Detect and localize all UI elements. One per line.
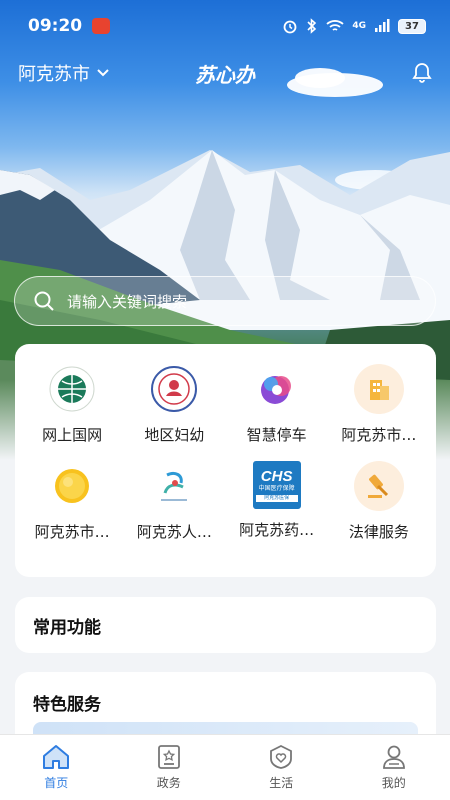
life-heart-icon: [270, 744, 293, 769]
bluetooth-icon: [307, 18, 317, 34]
service-label: 阿克苏药…: [239, 521, 315, 539]
service-aksu-city-2[interactable]: 阿克苏市…: [21, 461, 123, 542]
city-selector[interactable]: 阿克苏市: [18, 60, 110, 86]
profile-icon: [382, 745, 405, 769]
nav-label: 首页: [44, 776, 69, 790]
service-maternal-child[interactable]: 地区妇幼: [123, 364, 225, 445]
status-bar: 09:20 4G 37: [0, 0, 450, 52]
smart-parking-logo-icon: [252, 364, 302, 414]
service-label: 法律服务: [348, 523, 409, 541]
chs-logo-text: CHS: [260, 467, 293, 485]
services-card: 网上国网 地区妇幼 智慧停车 阿克苏市… 阿克苏市… 阿克苏人… CHS 中国医…: [15, 344, 436, 577]
app-header: 阿克苏市 苏心办: [0, 56, 450, 90]
service-smart-parking[interactable]: 智慧停车: [226, 364, 328, 445]
service-aksu-people[interactable]: 阿克苏人…: [123, 461, 225, 542]
bottom-navigation: 首页 政务 生活 我的: [0, 734, 450, 800]
maternal-child-logo-icon: [149, 364, 199, 414]
common-functions-card[interactable]: 常用功能: [15, 597, 436, 653]
nav-government[interactable]: 政务: [113, 735, 226, 800]
chs-logo-region: 阿克苏医保: [255, 494, 298, 502]
search-bar[interactable]: 请输入关键词搜索: [14, 276, 436, 326]
battery-indicator: 37: [398, 18, 426, 34]
service-aksu-medicine[interactable]: CHS 中国医疗保障 阿克苏医保 阿克苏药…: [226, 461, 328, 542]
nav-life[interactable]: 生活: [225, 735, 338, 800]
hospital-logo-icon: [149, 461, 199, 511]
chs-medical-insurance-logo-icon: CHS 中国医疗保障 阿克苏医保: [252, 461, 301, 509]
service-label: 智慧停车: [246, 426, 307, 444]
section-title-featured: 特色服务: [33, 695, 101, 715]
status-time: 09:20: [28, 16, 83, 36]
nav-profile[interactable]: 我的: [338, 735, 450, 800]
service-label: 网上国网: [42, 426, 103, 444]
service-legal[interactable]: 法律服务: [328, 461, 430, 542]
signal-icon: [375, 19, 390, 32]
nav-label: 生活: [269, 776, 294, 790]
nav-label: 政务: [156, 776, 181, 790]
nav-label: 我的: [381, 776, 406, 790]
government-affairs-icon: [157, 745, 180, 769]
notification-bell-icon[interactable]: [412, 62, 432, 84]
network-type: 4G: [352, 21, 366, 31]
gavel-icon: [353, 461, 404, 511]
sun-icon: [47, 461, 97, 511]
service-label: 阿克苏市…: [341, 426, 417, 444]
chs-logo-subtitle: 中国医疗保障: [258, 484, 295, 492]
nav-home[interactable]: 首页: [0, 735, 113, 800]
search-icon: [34, 291, 54, 311]
state-grid-logo-icon: [47, 364, 97, 414]
section-title-common: 常用功能: [33, 617, 101, 638]
service-label: 阿克苏市…: [34, 523, 110, 541]
home-icon: [43, 745, 70, 769]
service-label: 地区妇幼: [144, 426, 205, 444]
wifi-icon: [326, 20, 344, 31]
chevron-down-icon: [97, 69, 109, 77]
service-state-grid[interactable]: 网上国网: [21, 364, 123, 445]
alarm-icon: [283, 20, 297, 34]
notification-app-icon: [92, 18, 111, 34]
service-aksu-city-1[interactable]: 阿克苏市…: [328, 364, 430, 445]
city-name: 阿克苏市: [18, 64, 90, 85]
search-input[interactable]: 请输入关键词搜索: [67, 291, 187, 312]
building-icon: [353, 364, 404, 414]
service-label: 阿克苏人…: [136, 523, 212, 541]
